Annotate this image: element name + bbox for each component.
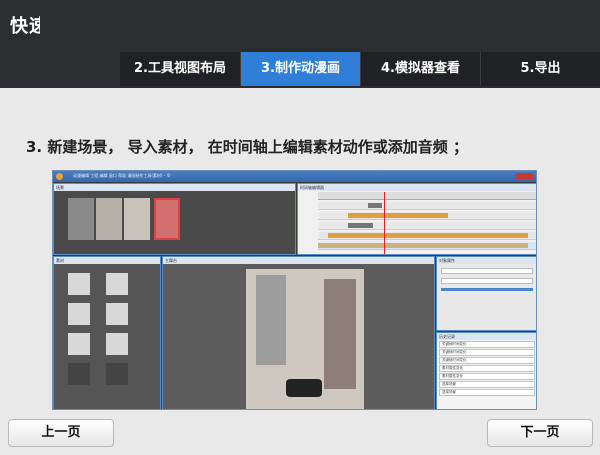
history-item[interactable]: 选择场景 [439, 389, 535, 396]
properties-pane: 对象属性 [436, 256, 536, 331]
timeline-track [318, 212, 536, 220]
stage-pane-title: 主舞台 [163, 257, 434, 264]
history-item[interactable]: 关键帧时间变化 [439, 349, 535, 356]
top-bar: 快速入门 2.工具视图布局 3.制作动漫画 4.模拟器查看 5.导出 [0, 0, 600, 88]
prev-page-button[interactable]: 上一页 [8, 419, 114, 447]
timeline-pane: 时间轴编辑器 [297, 183, 536, 255]
timeline-playhead[interactable] [384, 192, 385, 254]
history-item[interactable]: 素材属性变化 [439, 365, 535, 372]
tab-simulator[interactable]: 4.模拟器查看 [360, 52, 480, 86]
material-item[interactable] [68, 273, 90, 295]
timeline-track [318, 222, 536, 230]
timeline-track [318, 232, 536, 240]
stage-pane: 主舞台 [162, 256, 435, 409]
material-item[interactable] [106, 273, 128, 295]
properties-pane-title: 对象属性 [437, 257, 536, 264]
history-pane-title: 历史记录 [437, 333, 536, 340]
tab-layout[interactable]: 2.工具视图布局 [120, 52, 240, 86]
screenshot-titlebar: 动漫编辑 工程 编辑 窗口 帮助 漫画制作工具(素材) - 4) [53, 171, 536, 182]
history-item[interactable]: 素材属性变化 [439, 373, 535, 380]
stage-canvas[interactable] [246, 269, 364, 409]
screenshot-menu: 动漫编辑 工程 编辑 窗口 帮助 漫画制作工具(素材) - 4) [73, 173, 171, 178]
window-buttons-icon [515, 173, 533, 179]
step-tabs: 2.工具视图布局 3.制作动漫画 4.模拟器查看 5.导出 [120, 52, 600, 86]
scene-thumb-selected [154, 198, 180, 240]
timeline-track [318, 242, 536, 250]
next-page-button[interactable]: 下一页 [487, 419, 593, 447]
scene-thumb [124, 198, 150, 240]
history-pane: 历史记录 关键帧时间变化 关键帧时间变化 关键帧时间变化 素材属性变化 素材属性… [436, 332, 536, 409]
timeline-pane-title: 时间轴编辑器 [298, 184, 536, 191]
scene-pane-title: 场景 [54, 184, 295, 191]
material-item[interactable] [68, 303, 90, 325]
app-screenshot: 动漫编辑 工程 编辑 窗口 帮助 漫画制作工具(素材) - 4) 场景 时间轴编… [52, 170, 537, 410]
material-item[interactable] [68, 333, 90, 355]
tab-export[interactable]: 5.导出 [480, 52, 600, 86]
material-pane: 素材 [53, 256, 161, 409]
material-item[interactable] [68, 363, 90, 385]
material-item[interactable] [106, 333, 128, 355]
timeline-ruler [318, 192, 536, 200]
tab-make-comic[interactable]: 3.制作动漫画 [240, 52, 360, 86]
material-item[interactable] [106, 303, 128, 325]
material-pane-title: 素材 [54, 257, 160, 264]
history-item[interactable]: 关键帧时间变化 [439, 341, 535, 348]
history-item[interactable]: 关键帧时间变化 [439, 357, 535, 364]
scene-thumb [96, 198, 122, 240]
step-instruction: 3. 新建场景， 导入素材， 在时间轴上编辑素材动作或添加音频 ； [26, 138, 469, 156]
app-logo-icon [56, 173, 63, 180]
app-title: 快速入门 [10, 16, 40, 37]
timeline-track [318, 202, 536, 210]
history-item[interactable]: 选择场景 [439, 381, 535, 388]
scene-thumb [68, 198, 94, 240]
scene-pane: 场景 [53, 183, 296, 255]
material-item[interactable] [106, 363, 128, 385]
